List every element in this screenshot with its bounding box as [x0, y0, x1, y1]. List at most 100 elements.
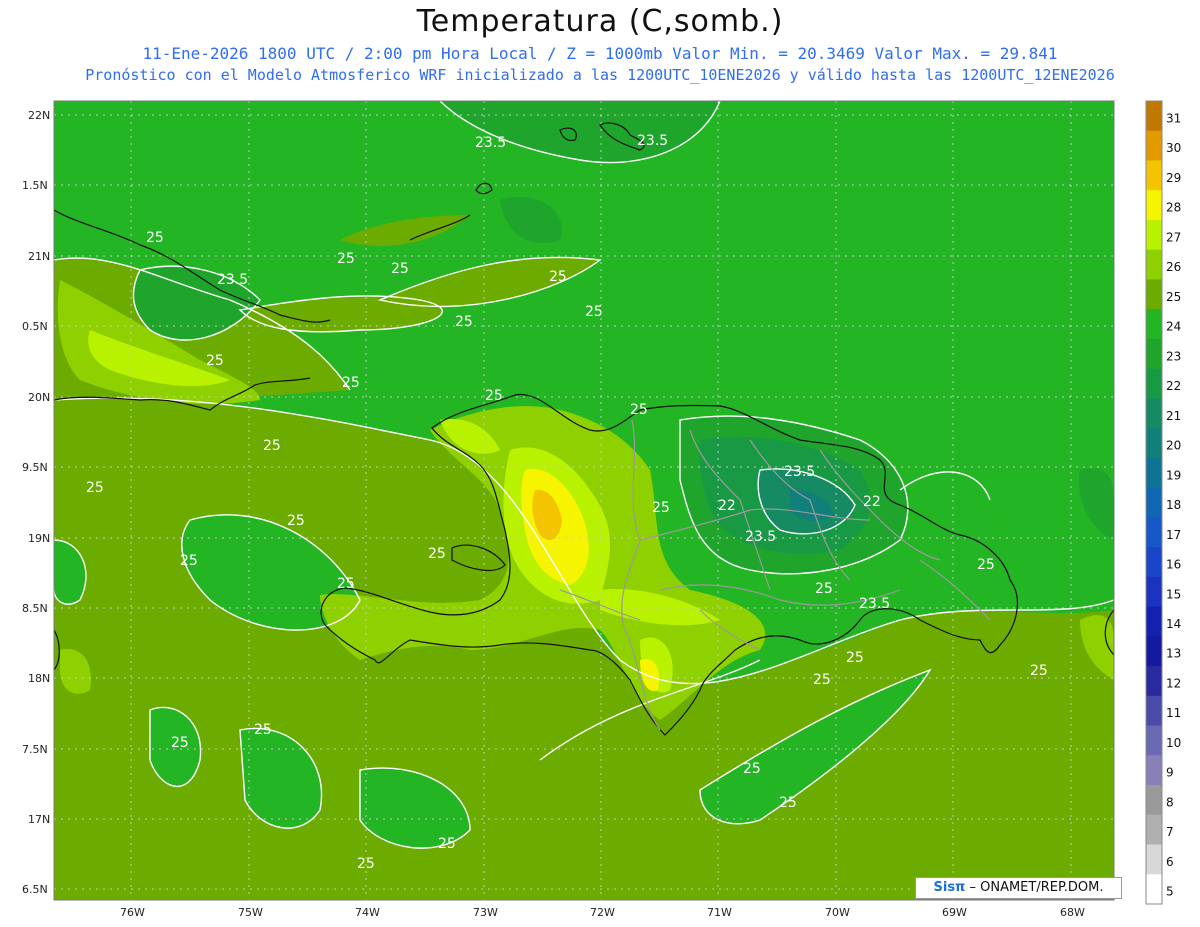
colorbar-label: 18 — [1166, 498, 1181, 512]
colorbar-swatch — [1146, 428, 1162, 459]
contour-label: 23.5 — [745, 529, 776, 545]
contour-label: 23.5 — [784, 464, 815, 480]
colorbar-label: 14 — [1166, 617, 1181, 631]
contour-label: 25 — [86, 480, 104, 496]
colorbar-label: 17 — [1166, 528, 1181, 542]
colorbar-swatch — [1146, 576, 1162, 608]
lon-label: 76W — [120, 906, 145, 919]
lat-label: 18N — [28, 672, 50, 685]
colorbar-swatch — [1146, 219, 1162, 251]
colorbar-swatch — [1146, 457, 1162, 489]
contour-label: 23.5 — [217, 272, 248, 288]
lat-label: 17N — [28, 813, 50, 826]
lon-label: 75W — [238, 906, 263, 919]
colorbar-label: 9 — [1166, 766, 1174, 780]
lon-label: 69W — [942, 906, 967, 919]
contour-label: 25 — [337, 576, 355, 592]
contour-label: 25 — [357, 856, 375, 872]
lat-label: 1.5N — [22, 179, 48, 192]
lat-label: 9.5N — [22, 461, 48, 474]
colorbar-swatch — [1146, 547, 1162, 578]
colorbar-swatch — [1146, 606, 1162, 637]
contour-label: 25 — [485, 388, 503, 404]
lon-label: 74W — [355, 906, 380, 919]
colorbar-label: 26 — [1166, 260, 1181, 274]
contour-label: 25 — [585, 304, 603, 320]
contour-label: 25 — [743, 761, 761, 777]
colorbar-swatch — [1146, 249, 1162, 280]
contour-label: 25 — [438, 836, 456, 852]
contour-label: 22 — [863, 494, 881, 510]
lon-label: 70W — [825, 906, 850, 919]
colorbar-label: 11 — [1166, 706, 1181, 720]
contour-label: 25 — [549, 269, 567, 285]
colorbar-swatch — [1146, 755, 1162, 786]
contour-label: 25 — [391, 261, 409, 277]
lat-label: 6.5N — [22, 883, 48, 896]
colorbar-swatch — [1146, 636, 1162, 667]
colorbar-label: 20 — [1166, 439, 1181, 453]
longitude-axis: 76W 75W 74W 73W 72W 71W 70W 69W 68W — [120, 906, 1085, 919]
colorbar-swatch — [1146, 190, 1162, 221]
contour-label: 25 — [180, 553, 198, 569]
contour-label: 25 — [171, 735, 189, 751]
colorbar-swatch — [1146, 814, 1162, 846]
colorbar-label: 29 — [1166, 171, 1181, 185]
colorbar-swatch — [1146, 695, 1162, 727]
colorbar-label: 5 — [1166, 885, 1174, 899]
colorbar-label: 30 — [1166, 141, 1181, 155]
colorbar-label: 7 — [1166, 825, 1174, 839]
lat-label: 0.5N — [22, 320, 48, 333]
contour-label: 25 — [342, 375, 360, 391]
colorbar-swatch — [1146, 844, 1162, 875]
colorbar-swatch — [1146, 338, 1162, 370]
colorbar-swatch — [1146, 666, 1162, 697]
colorbar-swatch — [1146, 368, 1162, 399]
colorbar-label: 16 — [1166, 558, 1181, 572]
contour-label: 25 — [428, 546, 446, 562]
colorbar-swatch — [1146, 725, 1162, 756]
colorbar-label: 8 — [1166, 795, 1174, 809]
colorbar-label: 31 — [1166, 111, 1181, 125]
colorbar-label: 23 — [1166, 349, 1181, 363]
colorbar-label: 6 — [1166, 855, 1174, 869]
contour-label: 23.5 — [859, 596, 890, 612]
colorbar-swatch — [1146, 785, 1162, 816]
colorbar-swatch — [1146, 487, 1162, 518]
lat-label: 20N — [28, 391, 50, 404]
contour-label: 25 — [263, 438, 281, 454]
contour-label: 25 — [630, 402, 648, 418]
colorbar-swatch — [1146, 101, 1162, 132]
contour-label: 25 — [652, 500, 670, 516]
colorbar: 31 30 29 28 27 26 25 24 23 22 21 20 19 18 17 16 15 14 13 12… — [1145, 100, 1181, 905]
contour-label: 25 — [146, 230, 164, 246]
contour-label: 25 — [815, 581, 833, 597]
colorbar-swatch — [1146, 874, 1162, 905]
contour-label: 22 — [718, 498, 736, 514]
latitude-axis: 22N 1.5N 21N 0.5N 20N 9.5N 19N 8.5N 18N … — [22, 109, 50, 896]
temperature-map: 22N 1.5N 21N 0.5N 20N 9.5N 19N 8.5N 18N … — [22, 100, 1181, 919]
contour-label: 25 — [455, 314, 473, 330]
lat-label: 7.5N — [22, 743, 48, 756]
credit-box: Sisπ – ONAMET/REP.DOM. — [915, 877, 1122, 899]
contour-label: 25 — [254, 722, 272, 738]
lon-label: 68W — [1060, 906, 1085, 919]
colorbar-label: 21 — [1166, 409, 1181, 423]
contour-label: 23.5 — [637, 133, 668, 149]
lon-label: 71W — [707, 906, 732, 919]
colorbar-label: 19 — [1166, 468, 1181, 482]
contour-label: 25 — [977, 557, 995, 573]
colorbar-label: 12 — [1166, 676, 1181, 690]
colorbar-label: 25 — [1166, 290, 1181, 304]
contour-label: 25 — [846, 650, 864, 666]
colorbar-label: 24 — [1166, 320, 1181, 334]
colorbar-label: 13 — [1166, 647, 1181, 661]
contour-label: 25 — [287, 513, 305, 529]
colorbar-swatch — [1146, 309, 1162, 340]
lon-label: 72W — [590, 906, 615, 919]
colorbar-label: 22 — [1166, 379, 1181, 393]
colorbar-swatch — [1146, 398, 1162, 429]
colorbar-label: 27 — [1166, 230, 1181, 244]
colorbar-swatch — [1146, 160, 1162, 191]
colorbar-label: 10 — [1166, 736, 1181, 750]
